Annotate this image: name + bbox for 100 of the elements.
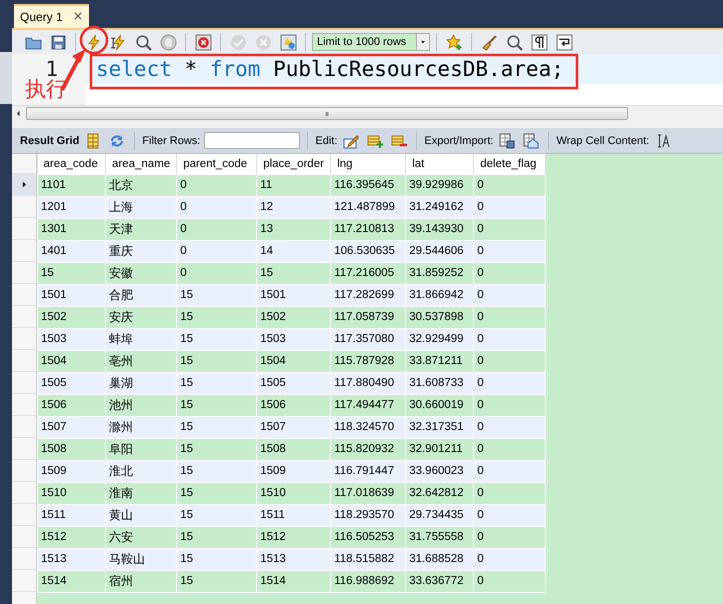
column-header[interactable]: lat bbox=[406, 154, 474, 174]
table-cell: 0 bbox=[474, 240, 546, 262]
table-cell: 0 bbox=[474, 372, 546, 394]
pilcrow-icon[interactable] bbox=[530, 34, 548, 50]
table-cell: 0 bbox=[474, 460, 546, 482]
table-cell: 31.688528 bbox=[406, 548, 474, 570]
table-cell: 滁州 bbox=[106, 416, 177, 438]
pencil-icon[interactable] bbox=[343, 132, 360, 148]
autocommit-icon[interactable] bbox=[280, 34, 296, 50]
table-cell: 0 bbox=[474, 394, 546, 416]
table-cell: 1509 bbox=[256, 460, 331, 482]
sql-code-line[interactable]: select * from PublicResourcesDB.area; bbox=[96, 57, 564, 81]
table-cell: 1502 bbox=[256, 306, 331, 328]
table-cell: 11 bbox=[256, 174, 331, 196]
close-icon[interactable] bbox=[72, 11, 83, 21]
table-cell: 31.608733 bbox=[406, 372, 474, 394]
table-cell: 39.143930 bbox=[406, 218, 474, 240]
caret-icon bbox=[419, 38, 427, 46]
table-cell: 32.929499 bbox=[406, 328, 474, 350]
table-cell: 天津 bbox=[106, 218, 177, 240]
column-header[interactable]: delete_flag bbox=[474, 154, 546, 174]
table-cell: 117.058739 bbox=[330, 306, 406, 328]
broom-icon[interactable] bbox=[480, 34, 498, 50]
table-cell: 29.734435 bbox=[406, 504, 474, 526]
table-cell: 117.494477 bbox=[330, 394, 406, 416]
search-icon[interactable] bbox=[506, 34, 522, 50]
table-cell: 巢湖 bbox=[106, 372, 177, 394]
table-cell: 阜阳 bbox=[106, 438, 177, 460]
table-cell: 马鞍山 bbox=[106, 548, 177, 570]
table-cell: 0 bbox=[176, 262, 257, 284]
table-cell: 0 bbox=[474, 526, 546, 548]
delete-row-icon[interactable] bbox=[391, 132, 408, 148]
scrollbar-thumb[interactable] bbox=[26, 107, 628, 120]
column-header[interactable]: place_order bbox=[256, 154, 331, 174]
table-cell: 0 bbox=[474, 504, 546, 526]
column-header[interactable]: area_code bbox=[38, 154, 106, 174]
table-cell: 1401 bbox=[38, 240, 106, 262]
table-cell: 1504 bbox=[256, 350, 331, 372]
table-cell: 117.282699 bbox=[330, 284, 406, 306]
table-cell: 15 bbox=[176, 526, 257, 548]
query-tab[interactable]: Query 1 bbox=[14, 4, 89, 28]
table-cell: 1506 bbox=[256, 394, 331, 416]
table-cell: 15 bbox=[176, 372, 257, 394]
filter-field[interactable] bbox=[204, 132, 300, 149]
row-header[interactable] bbox=[12, 174, 36, 196]
table-cell: 15 bbox=[176, 460, 257, 482]
star-icon[interactable] bbox=[446, 34, 462, 50]
column-header[interactable]: parent_code bbox=[176, 154, 257, 174]
save-icon[interactable] bbox=[50, 34, 66, 50]
table-cell: 115.787928 bbox=[330, 350, 406, 372]
table-cell: 15 bbox=[176, 350, 257, 372]
table-cell: 北京 bbox=[106, 174, 177, 196]
table-cell: 黄山 bbox=[106, 504, 177, 526]
import-icon[interactable] bbox=[523, 132, 540, 148]
table-cell: 12 bbox=[256, 196, 331, 218]
table-cell: 15 bbox=[176, 416, 257, 438]
horizontal-scrollbar[interactable] bbox=[12, 105, 723, 121]
table-cell: 1501 bbox=[38, 284, 106, 306]
table-cell: 亳州 bbox=[106, 350, 177, 372]
column-header[interactable]: lng bbox=[330, 154, 406, 174]
table-cell: 31.866942 bbox=[406, 284, 474, 306]
highlight-circle bbox=[80, 26, 108, 54]
table-cell: 0 bbox=[474, 196, 546, 218]
table-cell: 30.537898 bbox=[406, 306, 474, 328]
table-cell: 1508 bbox=[256, 438, 331, 460]
table-cell: 117.210813 bbox=[330, 218, 406, 240]
refresh-icon[interactable] bbox=[109, 132, 126, 148]
table-cell: 0 bbox=[176, 240, 257, 262]
wrap-icon[interactable] bbox=[556, 34, 572, 50]
limit-dropdown[interactable]: Limit to 1000 rows bbox=[312, 33, 430, 51]
table-cell: 14 bbox=[256, 240, 331, 262]
table-cell: 15 bbox=[176, 306, 257, 328]
lightning-cursor-icon[interactable] bbox=[110, 34, 126, 50]
wrap-text-icon[interactable] bbox=[655, 132, 672, 148]
export-icon[interactable] bbox=[499, 132, 516, 148]
table-cell: 0 bbox=[474, 548, 546, 570]
add-row-icon[interactable] bbox=[367, 132, 384, 148]
table-cell: 117.880490 bbox=[330, 372, 406, 394]
table-cell: 1510 bbox=[38, 482, 106, 504]
table-cell: 1504 bbox=[38, 350, 106, 372]
table-cell: 1514 bbox=[38, 570, 106, 592]
magnifier-icon[interactable] bbox=[134, 34, 152, 50]
table-cell: 1510 bbox=[256, 482, 331, 504]
table-cell: 118.324570 bbox=[330, 416, 406, 438]
table-cell: 118.515882 bbox=[330, 548, 406, 570]
table-cell: 39.929986 bbox=[406, 174, 474, 196]
column-icon[interactable] bbox=[85, 132, 102, 148]
table-cell: 32.642812 bbox=[406, 482, 474, 504]
table-cell: 1512 bbox=[38, 526, 106, 548]
table-cell: 31.755558 bbox=[406, 526, 474, 548]
table-cell: 0 bbox=[474, 284, 546, 306]
table-cell: 1508 bbox=[38, 438, 106, 460]
table-cell: 0 bbox=[474, 306, 546, 328]
table-cell: 1511 bbox=[256, 504, 331, 526]
column-header[interactable]: area_name bbox=[106, 154, 177, 174]
stop-sign-icon[interactable] bbox=[194, 34, 212, 50]
table-cell: 0 bbox=[474, 218, 546, 240]
table-cell: 0 bbox=[474, 482, 546, 504]
table-cell: 合肥 bbox=[106, 284, 177, 306]
table-cell: 淮南 bbox=[106, 482, 177, 504]
